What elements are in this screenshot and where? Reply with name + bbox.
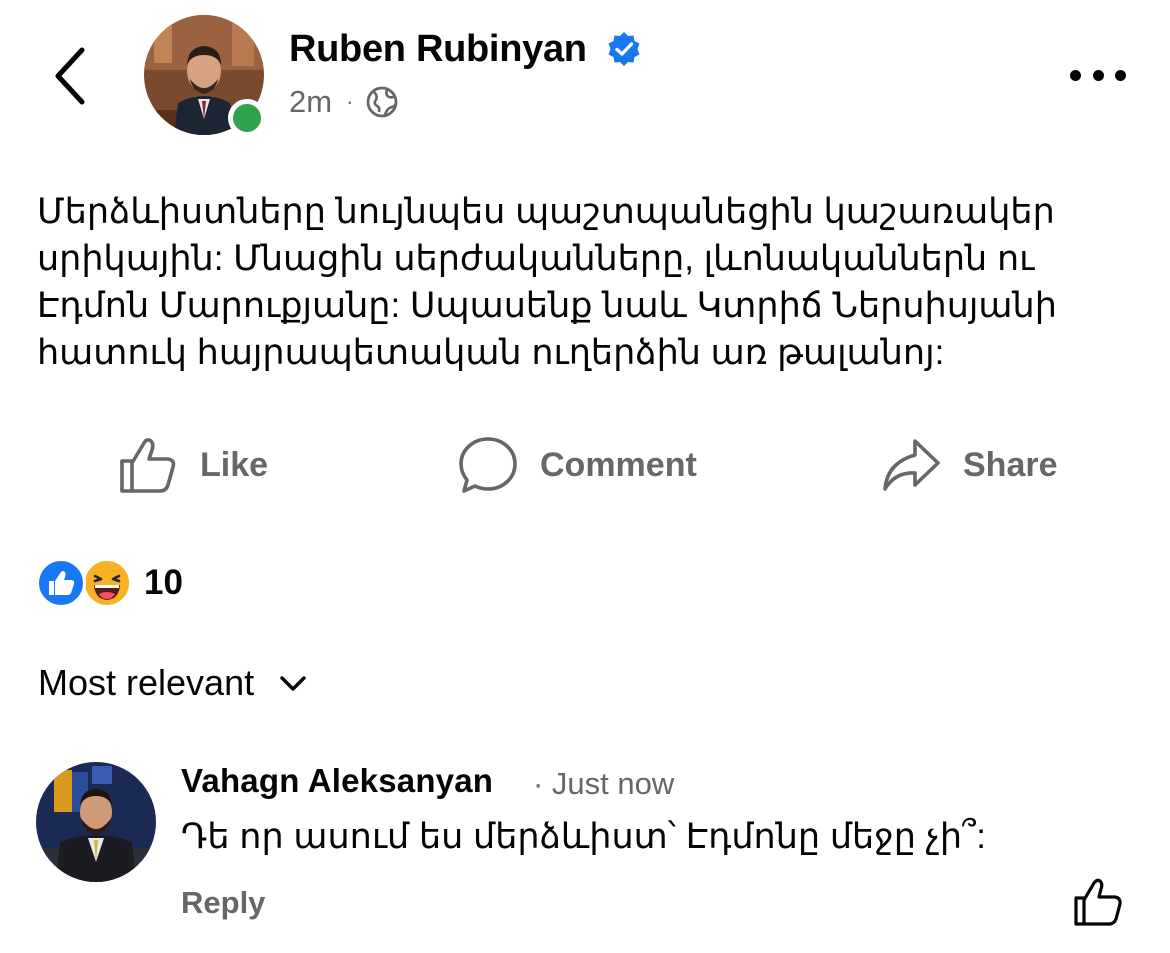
more-dot-icon (1092, 69, 1104, 81)
post-body: Մերձևիստները նույնպես պաշտպանեցին կաշառա… (37, 188, 1137, 376)
post-header: Ruben Rubinyan 2m · (0, 0, 1170, 150)
reactions-summary[interactable]: 10 (36, 558, 183, 608)
thumbs-up-icon (120, 438, 176, 493)
post-time[interactable]: 2m (289, 84, 332, 120)
haha-reaction-icon (82, 558, 132, 608)
like-reaction-icon (36, 558, 86, 608)
like-button[interactable]: Like (118, 425, 268, 505)
comment-time: · Just now (533, 766, 675, 801)
share-arrow-icon (883, 439, 940, 491)
online-status-indicator (228, 99, 266, 137)
share-button[interactable]: Share (881, 425, 1058, 505)
post-text-line: Մերձևիստները նույնպես պաշտպանեցին կաշառա… (37, 192, 1055, 231)
post-action-bar: Like Comment Share (0, 425, 1170, 505)
comment-label: Comment (540, 445, 697, 484)
more-options-button[interactable] (1066, 60, 1130, 90)
reply-button[interactable]: Reply (181, 885, 265, 921)
chevron-left-icon (55, 47, 85, 105)
post-text-line: հատուկ հայրապետական ուղերձին առ թալանոյ: (37, 333, 945, 372)
post-meta: 2m · (289, 84, 399, 120)
author-name[interactable]: Ruben Rubinyan (289, 28, 587, 71)
reaction-count: 10 (144, 563, 183, 602)
comment-bubble-icon (459, 437, 517, 493)
more-dot-icon (1070, 69, 1081, 81)
comment-text: Դե որ ասում ես մերձևիստ՝ Էդմոնը մեջը չի՞… (181, 817, 986, 856)
commenter-photo (36, 762, 156, 882)
post-text-line: սրիկային: Մնացին սերժականները, լևոնականն… (37, 239, 1035, 278)
verified-badge-icon (608, 32, 640, 66)
comment-like-icon[interactable] (1072, 876, 1124, 928)
comments-sort-dropdown[interactable]: Most relevant (38, 662, 310, 704)
commenter-avatar[interactable] (36, 762, 156, 882)
meta-separator: · (346, 89, 354, 114)
author-avatar[interactable] (144, 15, 266, 137)
chevron-down-icon (280, 676, 306, 691)
commenter-name[interactable]: Vahagn Aleksanyan (181, 762, 493, 800)
globe-icon (367, 86, 398, 118)
more-dot-icon (1115, 69, 1126, 81)
share-label: Share (963, 445, 1058, 484)
post-text-line: Էդմոն Մարուքյանը: Սպասենք նաև Կտրիճ Ներս… (37, 286, 1057, 325)
comment-button[interactable]: Comment (458, 425, 697, 505)
like-label: Like (200, 445, 269, 484)
sort-label: Most relevant (38, 662, 255, 703)
back-button[interactable] (46, 42, 94, 110)
